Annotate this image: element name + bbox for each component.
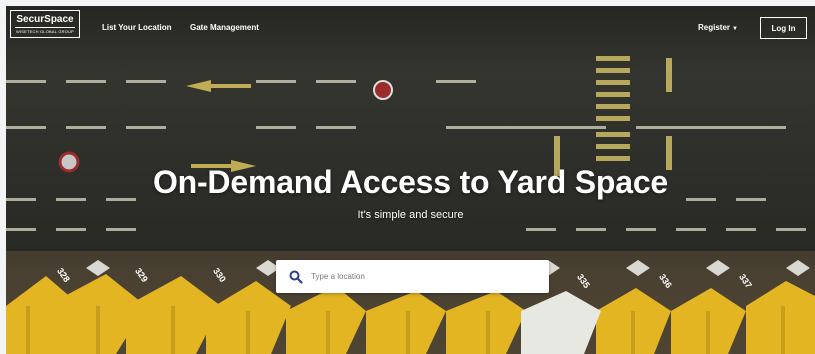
register-dropdown[interactable]: Register ▼ bbox=[698, 23, 738, 32]
location-search-box[interactable] bbox=[276, 260, 549, 293]
nav-link-gate-management[interactable]: Gate Management bbox=[190, 23, 259, 32]
search-input[interactable] bbox=[309, 271, 543, 282]
hero-title: On-Demand Access to Yard Space bbox=[152, 164, 669, 200]
search-icon bbox=[289, 270, 303, 284]
register-label: Register bbox=[698, 23, 731, 32]
securspace-logo[interactable]: SecurSpace WISETECH GLOBAL GROUP bbox=[10, 10, 80, 38]
top-navigation: SecurSpace WISETECH GLOBAL GROUP List Yo… bbox=[6, 6, 815, 46]
logo-tagline: WISETECH GLOBAL GROUP bbox=[15, 27, 75, 34]
logo-wordmark: SecurSpace bbox=[16, 14, 74, 25]
chevron-down-icon: ▼ bbox=[732, 26, 738, 32]
hero-section: 328 329 330 335 336 337 SecurSpace WISET… bbox=[6, 6, 815, 354]
login-button[interactable]: Log In bbox=[760, 17, 807, 39]
nav-link-list-your-location[interactable]: List Your Location bbox=[102, 23, 171, 32]
hero-subtitle: It's simple and secure bbox=[357, 209, 464, 221]
